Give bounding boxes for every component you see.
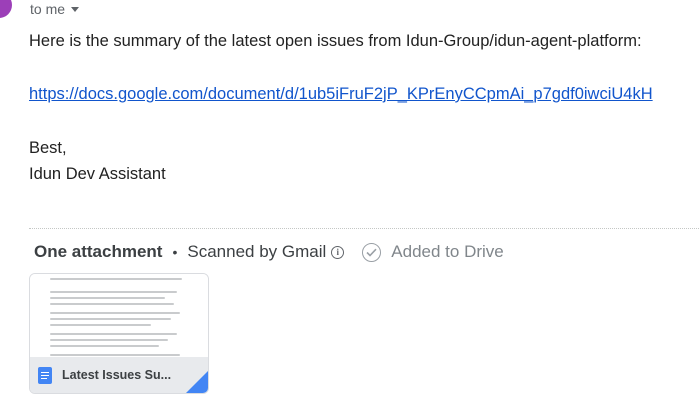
message-signoff: Best, [29, 139, 67, 157]
show-details-chevron-down-icon[interactable] [71, 6, 80, 12]
doc-corner-icon [186, 371, 208, 393]
scanned-by-gmail-label: Scanned by Gmail [187, 242, 327, 261]
attachments-header: One attachment • Scanned by Gmail i Adde… [34, 241, 504, 263]
recipient-details[interactable]: to me [30, 0, 80, 18]
info-icon[interactable]: i [331, 245, 345, 259]
message-signature: Idun Dev Assistant [29, 165, 166, 183]
attachment-card[interactable]: Latest Issues Su... [29, 273, 209, 394]
added-to-drive-label: Added to Drive [391, 242, 504, 261]
header-separator: • [172, 244, 178, 260]
sender-avatar[interactable] [0, 0, 12, 18]
attachment-preview [30, 274, 208, 359]
attachment-count: One attachment [34, 242, 163, 261]
google-docs-icon [38, 366, 52, 384]
recipient-label: to me [30, 1, 66, 17]
check-circle-icon [362, 242, 382, 262]
attachment-footer: Latest Issues Su... [30, 357, 208, 393]
message-intro: Here is the summary of the latest open i… [29, 32, 642, 50]
attachments-divider [29, 228, 699, 229]
attachment-file-name: Latest Issues Su... [62, 368, 172, 382]
document-link[interactable]: https://docs.google.com/document/d/1ub5i… [29, 84, 653, 104]
